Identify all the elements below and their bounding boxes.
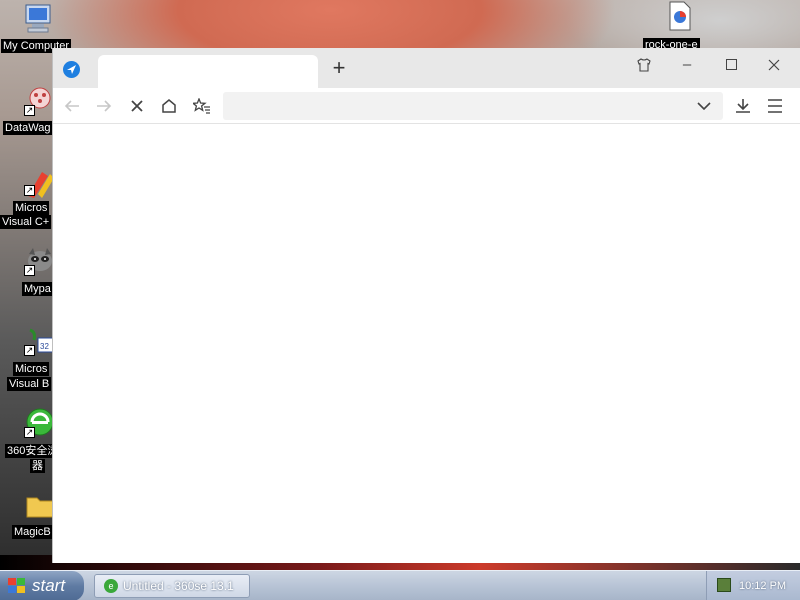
stop-icon: [131, 100, 143, 112]
shortcut-arrow-icon: ↗: [24, 265, 35, 276]
desktop-icon-label: MagicB: [12, 525, 53, 539]
clock[interactable]: 10:12 PM: [739, 571, 799, 600]
360se-icon: e: [104, 579, 118, 593]
tab-bar: + –: [53, 48, 800, 88]
system-tray: 10:12 PM: [706, 571, 800, 600]
desktop-icon-my-computer[interactable]: My Computer: [0, 2, 80, 54]
computer-icon: [25, 4, 51, 33]
minimize-icon: –: [682, 56, 692, 73]
shortcut-arrow-icon: ↗: [24, 185, 35, 196]
page-content-area[interactable]: [53, 125, 800, 563]
shortcut-arrow-icon: ↗: [24, 105, 35, 116]
tshirt-icon: [637, 58, 651, 72]
favorites-icon: [191, 97, 210, 114]
svg-text:32: 32: [40, 342, 49, 351]
desktop-icon-label: 器: [30, 459, 45, 473]
taskbar-button-360se[interactable]: e Untitled - 360se 13.1: [94, 574, 250, 598]
maximize-button[interactable]: [718, 52, 744, 78]
document-icon: [669, 1, 691, 31]
stop-button[interactable]: [125, 94, 149, 118]
browser-window: + –: [52, 48, 800, 563]
tab-active[interactable]: [98, 55, 318, 88]
main-menu-button[interactable]: [763, 94, 787, 118]
minimize-button[interactable]: –: [674, 52, 700, 78]
plus-icon: +: [332, 55, 346, 80]
360-logo-icon[interactable]: [63, 61, 80, 78]
desktop-icon-label: DataWag: [3, 121, 53, 135]
windows-logo-icon: [8, 578, 26, 594]
maximize-icon: [725, 59, 737, 70]
back-button[interactable]: [60, 94, 84, 118]
address-dropdown-button[interactable]: [694, 96, 714, 116]
address-bar[interactable]: [223, 92, 723, 120]
desktop-icon-label: Visual C+: [0, 215, 52, 229]
network-tray-icon[interactable]: [717, 578, 731, 592]
navigation-toolbar: [53, 88, 800, 124]
skin-button[interactable]: [631, 52, 657, 78]
taskbar: start e Untitled - 360se 13.1 10:12 PM: [0, 570, 800, 600]
desktop-icon-rock-one[interactable]: rock-one-e: [640, 0, 720, 52]
forward-arrow-icon: [97, 100, 112, 112]
desktop-icon-label: Micros: [13, 201, 50, 215]
desktop-icon-label: Visual B: [7, 377, 52, 391]
new-tab-button[interactable]: +: [329, 57, 349, 79]
close-window-button[interactable]: [761, 52, 787, 78]
desktop-icon-label: Micros: [13, 362, 50, 376]
home-button[interactable]: [157, 94, 181, 118]
chevron-down-icon: [697, 102, 711, 111]
shortcut-arrow-icon: ↗: [24, 345, 35, 356]
home-icon: [162, 99, 176, 113]
shortcut-arrow-icon: ↗: [24, 427, 35, 438]
close-icon: [768, 59, 780, 71]
start-button[interactable]: start: [0, 571, 84, 600]
desktop-icon-label: Mypa: [22, 282, 53, 296]
favorites-button[interactable]: [190, 94, 214, 118]
back-arrow-icon: [64, 100, 79, 112]
download-button[interactable]: [731, 94, 755, 118]
forward-button[interactable]: [92, 94, 116, 118]
taskbar-button-label: Untitled - 360se 13.1: [123, 579, 234, 593]
download-icon: [736, 99, 750, 113]
start-label: start: [32, 576, 66, 595]
hamburger-menu-icon: [768, 99, 782, 113]
